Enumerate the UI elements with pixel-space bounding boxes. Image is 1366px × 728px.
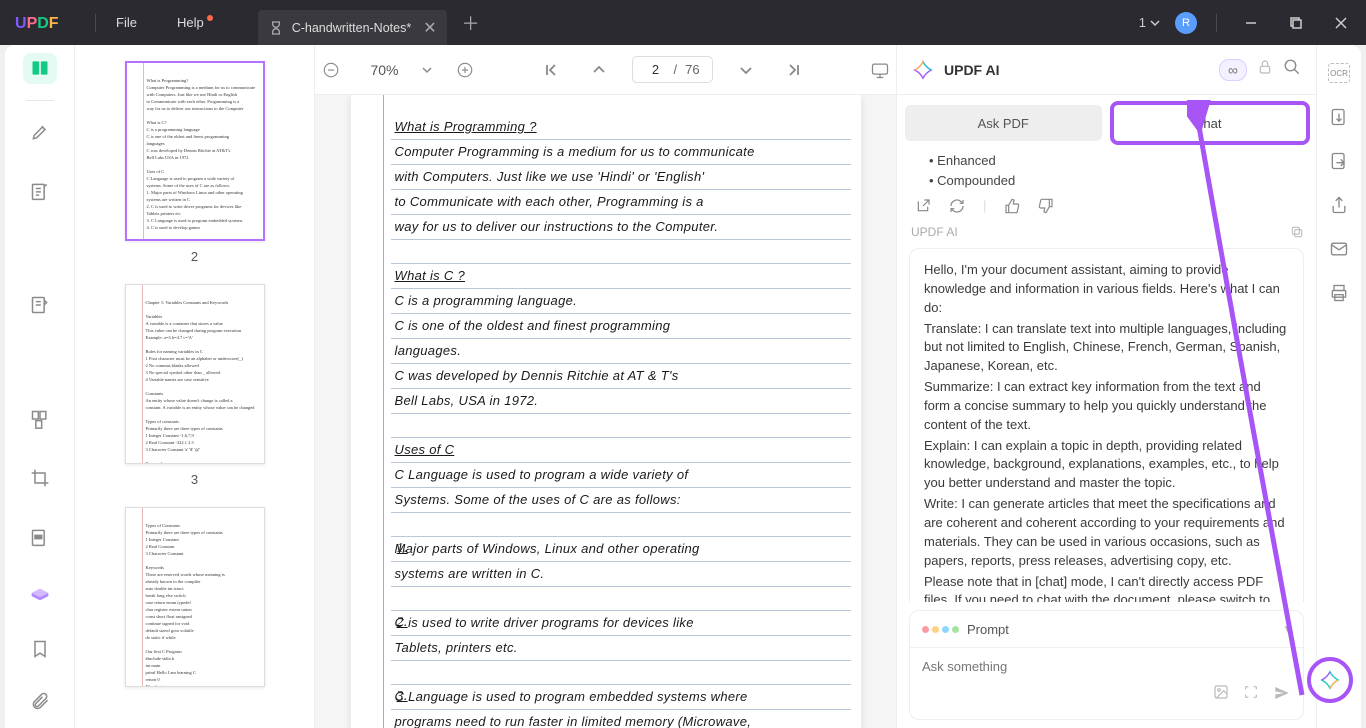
page-thumbnail-2[interactable]: What is Programming?Computer Programming… bbox=[125, 61, 265, 241]
document-viewport[interactable]: What is Programming ? Computer Programmi… bbox=[315, 95, 896, 728]
ai-input-box: Prompt ▾ bbox=[909, 610, 1304, 720]
left-tool-rail bbox=[5, 45, 75, 728]
ai-chat-input[interactable] bbox=[922, 659, 1291, 674]
ai-panel-title: UPDF AI bbox=[944, 62, 999, 78]
export-icon[interactable] bbox=[1329, 151, 1349, 171]
ask-pdf-tab[interactable]: Ask PDF bbox=[905, 105, 1102, 141]
redact-tool[interactable] bbox=[23, 521, 57, 552]
chat-tab[interactable]: Chat bbox=[1110, 105, 1307, 141]
next-page-button[interactable] bbox=[731, 55, 761, 85]
thumbs-up-icon[interactable] bbox=[1004, 198, 1020, 217]
thumbnail-panel: What is Programming?Computer Programming… bbox=[75, 45, 315, 728]
page-thumbnail-3[interactable]: Chapter 1: Variables Constants and Keywo… bbox=[125, 284, 265, 464]
first-page-button[interactable] bbox=[536, 55, 566, 85]
open-external-icon[interactable] bbox=[915, 198, 931, 217]
document-tab[interactable]: C-handwritten-Notes* ✕ bbox=[258, 10, 447, 45]
chevron-down-icon: ▾ bbox=[1284, 621, 1291, 637]
maximize-button[interactable] bbox=[1281, 8, 1311, 38]
updf-ai-logo-icon bbox=[912, 59, 934, 81]
thumb-label-3: 3 bbox=[75, 472, 314, 487]
user-avatar[interactable]: R bbox=[1175, 12, 1197, 34]
zoom-dropdown-icon[interactable] bbox=[422, 65, 432, 75]
right-tool-rail: OCR bbox=[1316, 45, 1361, 728]
summary-bullets: • Enhanced • Compounded bbox=[929, 151, 1304, 190]
bookmark-tool[interactable] bbox=[23, 632, 57, 666]
zoom-in-button[interactable] bbox=[450, 55, 480, 85]
zoom-out-button[interactable] bbox=[316, 55, 346, 85]
app-logo: UPDF bbox=[15, 9, 75, 37]
menu-help[interactable]: Help bbox=[177, 15, 213, 30]
ai-section-label: UPDF AI bbox=[911, 225, 958, 242]
ai-welcome-message: Hello, I'm your document assistant, aimi… bbox=[909, 248, 1304, 602]
thumbs-down-icon[interactable] bbox=[1038, 198, 1054, 217]
prev-page-button[interactable] bbox=[584, 55, 614, 85]
slideshow-button[interactable] bbox=[865, 55, 895, 85]
ocr-icon[interactable]: OCR bbox=[1328, 63, 1350, 83]
infinity-badge[interactable]: ∞ bbox=[1219, 59, 1247, 81]
search-icon[interactable] bbox=[1283, 58, 1301, 81]
minimize-button[interactable] bbox=[1236, 8, 1266, 38]
copy-icon[interactable] bbox=[1290, 225, 1304, 242]
tab-title: C-handwritten-Notes* bbox=[292, 21, 412, 35]
close-button[interactable] bbox=[1326, 8, 1356, 38]
prompt-selector[interactable]: Prompt ▾ bbox=[910, 611, 1303, 648]
organize-tool[interactable] bbox=[23, 404, 57, 435]
menu-file[interactable]: File bbox=[116, 15, 137, 30]
send-button[interactable] bbox=[1273, 684, 1291, 707]
workspace-count[interactable]: 1 bbox=[1139, 15, 1160, 30]
ai-fab-button[interactable] bbox=[1307, 657, 1353, 703]
reader-tool[interactable] bbox=[23, 53, 57, 84]
layers-tool[interactable] bbox=[23, 580, 57, 614]
current-page-input[interactable] bbox=[645, 62, 665, 77]
email-icon[interactable] bbox=[1329, 239, 1349, 259]
add-tab-button[interactable]: ＋ bbox=[462, 10, 480, 36]
crop-tool[interactable] bbox=[23, 462, 57, 493]
title-bar: UPDF File Help C-handwritten-Notes* ✕ ＋ … bbox=[0, 0, 1366, 45]
refresh-icon[interactable] bbox=[949, 198, 965, 217]
text-tool[interactable] bbox=[23, 290, 57, 321]
zoom-level[interactable]: 70% bbox=[364, 62, 404, 78]
page-thumbnail-4[interactable]: Types of ConstantsPrimarily there are th… bbox=[125, 507, 265, 687]
document-toolbar: 70% / 76 bbox=[315, 45, 896, 95]
pdf-page: What is Programming ? Computer Programmi… bbox=[351, 95, 861, 728]
attachment-tool[interactable] bbox=[23, 684, 57, 718]
notification-dot-icon bbox=[207, 15, 213, 21]
comment-tool[interactable] bbox=[23, 176, 57, 207]
share-icon[interactable] bbox=[1329, 195, 1349, 215]
highlighter-tool[interactable] bbox=[23, 117, 57, 148]
convert-icon[interactable] bbox=[1329, 107, 1349, 127]
print-icon[interactable] bbox=[1329, 283, 1349, 303]
screenshot-icon[interactable] bbox=[1243, 684, 1259, 707]
prompt-dots-icon bbox=[922, 626, 959, 633]
lock-icon[interactable] bbox=[1257, 59, 1273, 80]
image-attach-icon[interactable] bbox=[1213, 684, 1229, 707]
total-pages: 76 bbox=[685, 62, 699, 77]
thumb-label-2: 2 bbox=[75, 249, 314, 264]
last-page-button[interactable] bbox=[779, 55, 809, 85]
hourglass-icon bbox=[268, 20, 284, 36]
svg-text:UPDF: UPDF bbox=[15, 15, 59, 32]
close-tab-icon[interactable]: ✕ bbox=[423, 18, 436, 38]
ai-panel: UPDF AI ∞ Ask PDF Chat • Enhanced • Comp… bbox=[896, 45, 1316, 728]
page-indicator: / 76 bbox=[632, 56, 712, 83]
